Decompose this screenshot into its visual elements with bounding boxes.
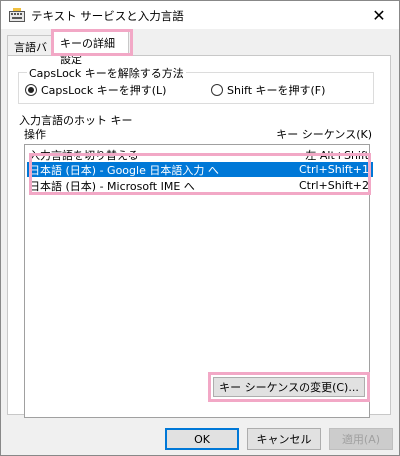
keyboard-app-icon	[9, 8, 25, 22]
radio-capslock-label: CapsLock キーを押す(L)	[41, 84, 167, 97]
cancel-button[interactable]: キャンセル	[247, 428, 321, 450]
tab-panel: CapsLock キーを解除する方法 CapsLock キーを押す(L) Shi…	[7, 55, 391, 418]
row-sequence: Ctrl+Shift+1	[298, 163, 369, 176]
tab-language-bar[interactable]: 言語バー	[7, 35, 57, 70]
column-action-header: 操作	[24, 128, 46, 141]
radio-shift-key[interactable]: Shift キーを押す(F)	[211, 82, 325, 98]
radio-shift-label: Shift キーを押す(F)	[227, 84, 326, 97]
dialog-window: テキスト サービスと入力言語 ✕ 言語バー キーの詳細設定 CapsLock キ…	[0, 0, 400, 456]
hotkeys-group: 入力言語のホット キー 操作 キー シーケンス(K) 入力言語を切り替える 左 …	[17, 112, 374, 418]
list-item-selected[interactable]: 日本語 (日本) - Google 日本語入力 へ Ctrl+Shift+1	[27, 162, 373, 177]
list-item[interactable]: 日本語 (日本) - Microsoft IME へ Ctrl+Shift+2	[27, 178, 373, 193]
title-bar: テキスト サービスと入力言語 ✕	[1, 1, 399, 29]
capslock-group-title: CapsLock キーを解除する方法	[27, 65, 186, 81]
column-sequence-header: キー シーケンス(K)	[276, 128, 372, 141]
window-title: テキスト サービスと入力言語	[31, 9, 184, 23]
row-action: 日本語 (日本) - Google 日本語入力 へ	[29, 163, 219, 177]
radio-capslock-key[interactable]: CapsLock キーを押す(L)	[25, 82, 166, 98]
row-action: 日本語 (日本) - Microsoft IME へ	[29, 179, 195, 193]
row-action: 入力言語を切り替える	[29, 148, 139, 162]
change-key-sequence-button[interactable]: キー シーケンスの変更(C)...	[213, 377, 365, 397]
ok-button[interactable]: OK	[165, 428, 239, 450]
radio-button-unchecked[interactable]	[211, 84, 223, 96]
apply-button[interactable]: 適用(A)	[329, 428, 393, 450]
list-item[interactable]: 入力言語を切り替える 左 Alt+Shift	[27, 147, 373, 162]
radio-button-checked[interactable]	[25, 84, 37, 96]
row-sequence: Ctrl+Shift+2	[298, 179, 369, 192]
hotkeys-list-header: 操作 キー シーケンス(K)	[24, 126, 372, 142]
close-icon[interactable]: ✕	[359, 1, 399, 29]
tab-advanced-key-settings[interactable]: キーの詳細設定	[53, 31, 129, 66]
row-sequence: 左 Alt+Shift	[305, 148, 369, 162]
capslock-group: CapsLock キーを解除する方法 CapsLock キーを押す(L) Shi…	[18, 65, 374, 104]
